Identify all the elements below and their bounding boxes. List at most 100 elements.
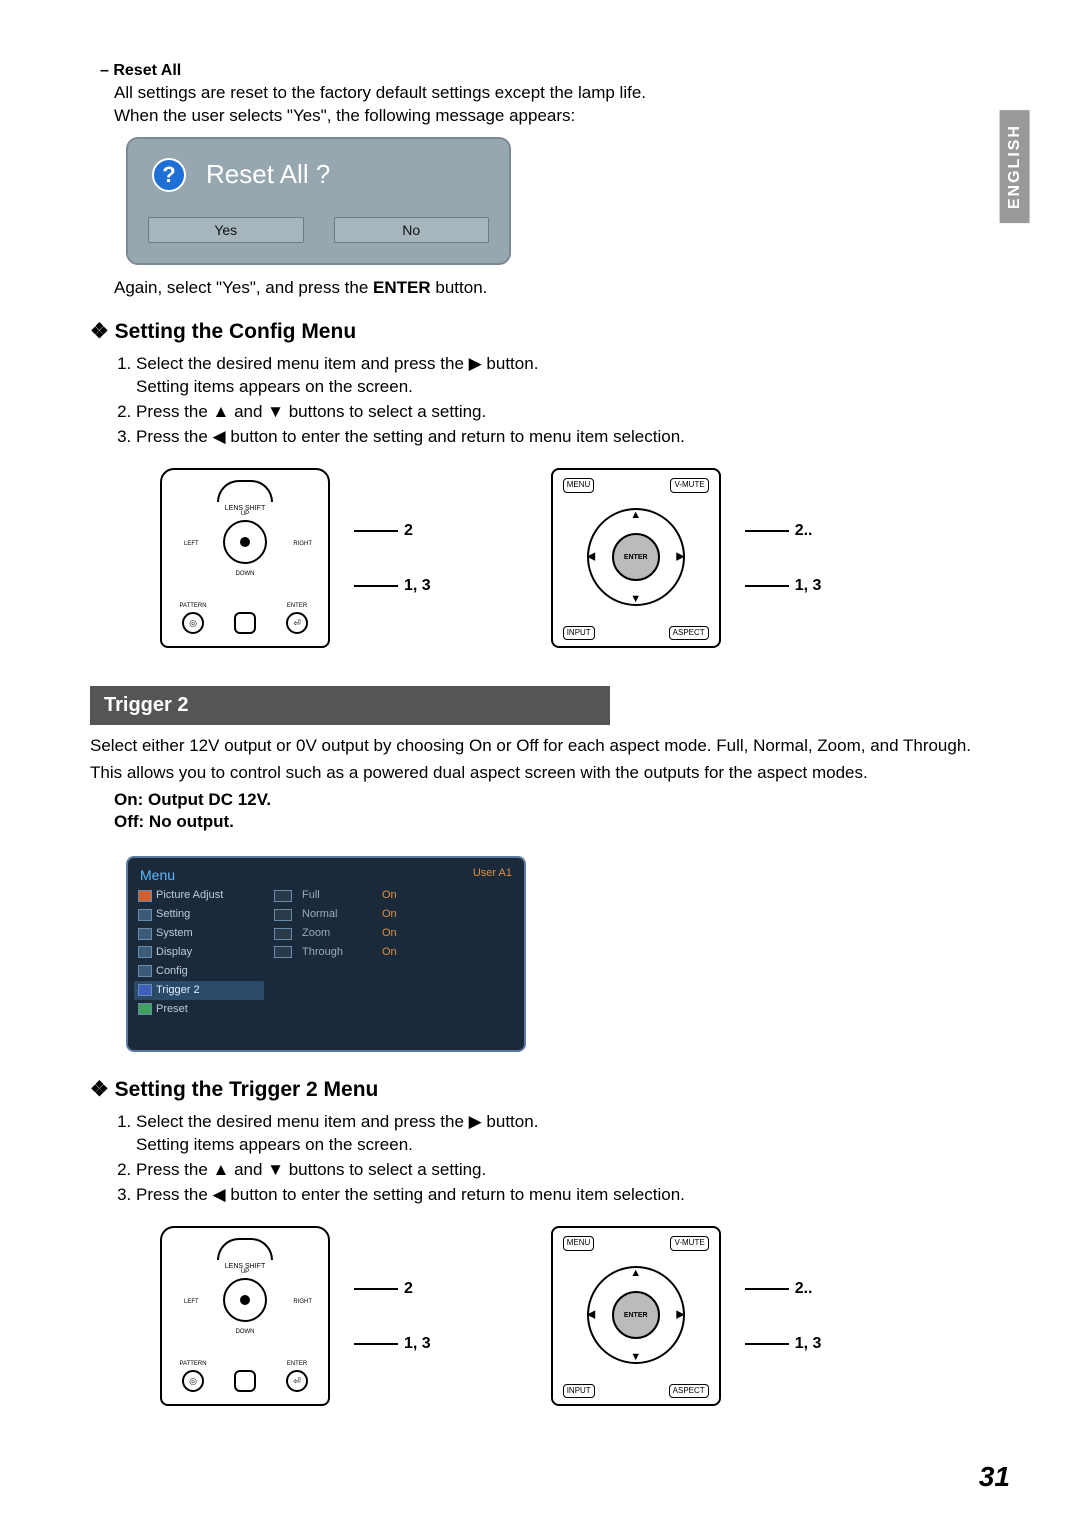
right-label: RIGHT bbox=[293, 540, 312, 548]
menu-key-2: MENU bbox=[563, 1236, 595, 1251]
enter-key: ENTER bbox=[612, 533, 660, 581]
osd-item-system[interactable]: System bbox=[134, 924, 264, 943]
config-steps: Select the desired menu item and press t… bbox=[120, 353, 1010, 449]
pattern-label-2: PATTERN bbox=[179, 1360, 206, 1368]
pattern-button-icon-2: ◎ bbox=[182, 1370, 204, 1392]
vmute-key: V-MUTE bbox=[670, 478, 708, 493]
up-label-2: UP bbox=[241, 1268, 249, 1276]
trigger-menu-heading: Setting the Trigger 2 Menu bbox=[90, 1076, 1010, 1104]
left-arrow-icon: ◀ bbox=[587, 550, 595, 565]
osd-row-full[interactable]: FullOn bbox=[270, 886, 518, 905]
osd-menu-label: Menu bbox=[140, 866, 175, 885]
nav-wheel-icon-2: ▲ ▼ ◀ ▶ ENTER bbox=[587, 1266, 685, 1364]
yes-button[interactable]: Yes bbox=[148, 217, 304, 244]
left-label-2: LEFT bbox=[184, 1298, 199, 1306]
osd-item-trigger2[interactable]: Trigger 2 bbox=[134, 981, 264, 1000]
enter-word: ENTER bbox=[373, 278, 431, 297]
osd-menu: Menu User A1 Picture Adjust Setting Syst… bbox=[126, 856, 526, 1053]
callout-2: 2 bbox=[354, 520, 431, 542]
reset-all-after: Again, select "Yes", and press the ENTER… bbox=[114, 277, 1010, 300]
config-step-3: Press the ◀ button to enter the setting … bbox=[136, 426, 1010, 449]
osd-user-label: User A1 bbox=[473, 866, 512, 885]
no-button[interactable]: No bbox=[334, 217, 490, 244]
trigger-step-3: Press the ◀ button to enter the setting … bbox=[136, 1184, 1010, 1207]
trigger-diagrams: LENS SHIFT UP LEFT RIGHT DOWN PATTERN◎ E… bbox=[160, 1226, 1010, 1406]
up-arrow-icon-2: ▲ bbox=[630, 1266, 641, 1281]
reset-all-dialog: ? Reset All ? Yes No bbox=[126, 137, 511, 265]
trigger-step1a: Select the desired menu item and press t… bbox=[136, 1112, 538, 1131]
right-arrow-icon: ▶ bbox=[676, 550, 684, 565]
dialog-title: Reset All ? bbox=[206, 157, 330, 192]
up-label: UP bbox=[241, 510, 249, 518]
remote-diagram-2: MENU V-MUTE ▲ ▼ ◀ ▶ ENTER INPUT ASPECT 2… bbox=[551, 1226, 822, 1406]
osd-item-setting[interactable]: Setting bbox=[134, 905, 264, 924]
callout2-2: 2 bbox=[354, 1278, 431, 1300]
osd-right-column: FullOn NormalOn ZoomOn ThroughOn bbox=[270, 886, 518, 1018]
vmute-key-2: V-MUTE bbox=[670, 1236, 708, 1251]
page-number: 31 bbox=[979, 1458, 1010, 1496]
trigger-on: On: Output DC 12V. bbox=[114, 789, 1010, 811]
lens-icon-2 bbox=[223, 1278, 267, 1322]
mid-button-icon bbox=[234, 612, 256, 634]
down-arrow-icon-2: ▼ bbox=[630, 1350, 641, 1365]
after-text1: Again, select "Yes", and press the bbox=[114, 278, 373, 297]
top-panel-callouts: 2 1, 3 bbox=[354, 520, 431, 597]
callout-r13-2: 1, 3 bbox=[745, 1333, 822, 1355]
up-arrow-icon: ▲ bbox=[630, 508, 641, 523]
trigger-step1b: Setting items appears on the screen. bbox=[136, 1135, 413, 1154]
reset-all-desc2: When the user selects "Yes", the followi… bbox=[114, 105, 1010, 128]
callout-r13: 1, 3 bbox=[745, 575, 822, 597]
enter-button-icon-2: ⏎ bbox=[286, 1370, 308, 1392]
top-panel-callouts-2: 2 1, 3 bbox=[354, 1278, 431, 1355]
enter-button-icon: ⏎ bbox=[286, 612, 308, 634]
config-diagrams: LENS SHIFT UP LEFT RIGHT DOWN PATTERN◎ E… bbox=[160, 468, 1010, 648]
trigger-off: Off: No output. bbox=[114, 811, 1010, 833]
enter-key-2: ENTER bbox=[612, 1291, 660, 1339]
pattern-label: PATTERN bbox=[179, 602, 206, 610]
osd-row-normal[interactable]: NormalOn bbox=[270, 905, 518, 924]
question-icon: ? bbox=[152, 158, 186, 192]
top-panel-diagram: LENS SHIFT UP LEFT RIGHT DOWN PATTERN◎ E… bbox=[160, 468, 431, 648]
trigger-step-2: Press the ▲ and ▼ buttons to select a se… bbox=[136, 1159, 1010, 1182]
trigger-desc1: Select either 12V output or 0V output by… bbox=[90, 735, 1010, 758]
menu-key: MENU bbox=[563, 478, 595, 493]
left-arrow-icon-2: ◀ bbox=[587, 1308, 595, 1323]
callout2-13: 1, 3 bbox=[354, 1333, 431, 1355]
top-panel-diagram-2: LENS SHIFT UP LEFT RIGHT DOWN PATTERN◎ E… bbox=[160, 1226, 431, 1406]
left-label: LEFT bbox=[184, 540, 199, 548]
osd-item-preset[interactable]: Preset bbox=[134, 1000, 264, 1019]
pattern-button-icon: ◎ bbox=[182, 612, 204, 634]
osd-row-through[interactable]: ThroughOn bbox=[270, 943, 518, 962]
config-step1b: Setting items appears on the screen. bbox=[136, 377, 413, 396]
down-arrow-icon: ▼ bbox=[630, 592, 641, 607]
right-label-2: RIGHT bbox=[293, 1298, 312, 1306]
nav-wheel-icon: ▲ ▼ ◀ ▶ ENTER bbox=[587, 508, 685, 606]
input-key-2: INPUT bbox=[563, 1384, 595, 1399]
osd-row-zoom[interactable]: ZoomOn bbox=[270, 924, 518, 943]
remote-callouts-2: 2. 1, 3 bbox=[745, 1278, 822, 1355]
config-step-2: Press the ▲ and ▼ buttons to select a se… bbox=[136, 401, 1010, 424]
enter-label: ENTER bbox=[287, 602, 307, 610]
after-text2: button. bbox=[431, 278, 488, 297]
reset-all-heading: – Reset All bbox=[100, 60, 1010, 82]
down-label-2: DOWN bbox=[236, 1328, 255, 1336]
input-key: INPUT bbox=[563, 626, 595, 641]
callout-r2-2: 2. bbox=[745, 1278, 822, 1300]
trigger2-bar: Trigger 2 bbox=[90, 686, 610, 725]
osd-item-picture-adjust[interactable]: Picture Adjust bbox=[134, 886, 264, 905]
aspect-key: ASPECT bbox=[669, 626, 709, 641]
osd-left-column: Picture Adjust Setting System Display Co… bbox=[134, 886, 264, 1018]
callout-13: 1, 3 bbox=[354, 575, 431, 597]
callout-r2: 2. bbox=[745, 520, 822, 542]
trigger-step-1: Select the desired menu item and press t… bbox=[136, 1111, 1010, 1157]
reset-all-desc1: All settings are reset to the factory de… bbox=[114, 82, 1010, 105]
mid-button-icon-2 bbox=[234, 1370, 256, 1392]
osd-item-display[interactable]: Display bbox=[134, 943, 264, 962]
remote-diagram: MENU V-MUTE ▲ ▼ ◀ ▶ ENTER INPUT ASPECT 2… bbox=[551, 468, 822, 648]
aspect-key-2: ASPECT bbox=[669, 1384, 709, 1399]
trigger-steps: Select the desired menu item and press t… bbox=[120, 1111, 1010, 1207]
trigger-desc2: This allows you to control such as a pow… bbox=[90, 762, 1010, 785]
right-arrow-icon-2: ▶ bbox=[676, 1308, 684, 1323]
osd-item-config[interactable]: Config bbox=[134, 962, 264, 981]
lens-icon bbox=[223, 520, 267, 564]
